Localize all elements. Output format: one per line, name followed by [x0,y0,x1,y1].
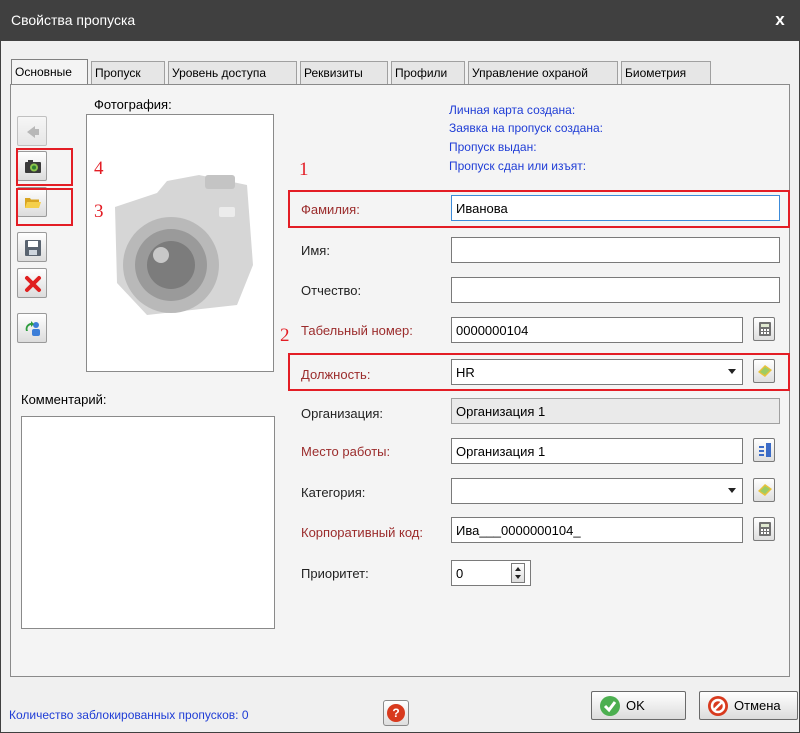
personnel-number-label: Табельный номер: [301,323,413,338]
org-structure-icon [759,443,771,457]
delete-x-icon [25,276,41,292]
calculator-icon [759,322,771,336]
delete-photo-button[interactable] [17,268,47,298]
comment-textarea[interactable] [21,416,275,629]
tab-pass[interactable]: Пропуск [91,61,165,85]
personnel-number-input[interactable]: 0000000104 [451,317,743,343]
back-button[interactable] [17,116,47,146]
priority-spin-buttons[interactable] [511,563,525,583]
workplace-input[interactable]: Организация 1 [451,438,743,464]
directory-book-icon [758,484,772,496]
tab-profiles[interactable]: Профили [391,61,465,85]
annotation-box-3 [16,188,73,226]
annotation-number-3: 3 [94,201,104,222]
patronymic-input[interactable] [451,277,780,303]
svg-text:?: ? [392,706,399,720]
request-created-info: Заявка на пропуск создана: [449,121,603,135]
chevron-down-icon [728,488,736,493]
annotation-number-4: 4 [94,158,104,179]
annotation-number-1: 1 [299,159,309,180]
save-photo-button[interactable] [17,232,47,262]
tab-biometrics[interactable]: Биометрия [621,61,711,85]
patronymic-label: Отчество: [301,283,362,298]
annotation-box-4 [16,148,73,186]
name-label: Имя: [301,243,330,258]
swap-users-icon [25,321,40,336]
priority-label: Приоритет: [301,566,369,581]
comment-label: Комментарий: [21,392,107,407]
pass-properties-dialog: Свойства пропуска x Основные Пропуск Уро… [0,0,800,733]
title-bar: Свойства пропуска x [1,1,799,41]
annotation-box-2 [288,353,790,391]
help-button[interactable]: ? [383,700,409,726]
corporate-code-calc-button[interactable] [753,517,775,541]
card-created-info: Личная карта создана: [449,103,576,117]
help-circle-icon: ? [387,704,405,722]
tab-requisites[interactable]: Реквизиты [300,61,388,85]
corporate-code-label: Корпоративный код: [301,525,423,540]
name-input[interactable] [451,237,780,263]
cancel-button[interactable]: Отмена [699,691,798,720]
cancel-icon [708,696,728,716]
organization-input: Организация 1 [451,398,780,424]
tab-main[interactable]: Основные [11,59,88,86]
back-arrow-icon [27,126,39,138]
tab-access-level[interactable]: Уровень доступа [168,61,297,85]
ok-label: OK [626,698,645,713]
workplace-structure-button[interactable] [753,438,775,462]
camera-placeholder-icon [115,175,253,315]
spin-arrows-icon [515,567,521,579]
photo-frame [86,114,274,372]
category-label: Категория: [301,485,366,500]
check-icon [600,696,620,716]
category-select[interactable] [451,478,743,504]
organization-label: Организация: [301,406,384,421]
pass-issued-info: Пропуск выдан: [449,140,537,154]
annotation-number-2: 2 [280,325,290,346]
calculator-icon [759,522,771,536]
photo-label: Фотография: [94,97,172,112]
annotation-box-1 [288,190,790,228]
workplace-label: Место работы: [301,444,391,459]
priority-value: 0 [456,566,464,581]
cancel-label: Отмена [734,698,781,713]
close-button[interactable]: x [769,9,791,31]
window-title: Свойства пропуска [11,12,136,28]
tab-security-control[interactable]: Управление охраной [468,61,618,85]
save-disk-icon [25,240,41,256]
personnel-number-calc-button[interactable] [753,317,775,341]
ok-button[interactable]: OK [591,691,686,720]
corporate-code-input[interactable]: Ива___0000000104_ [451,517,743,543]
blocked-passes-count: Количество заблокированных пропусков: 0 [9,708,249,722]
pass-returned-info: Пропуск сдан или изъят: [449,159,587,173]
swap-users-button[interactable] [17,313,47,343]
category-directory-button[interactable] [753,478,775,502]
